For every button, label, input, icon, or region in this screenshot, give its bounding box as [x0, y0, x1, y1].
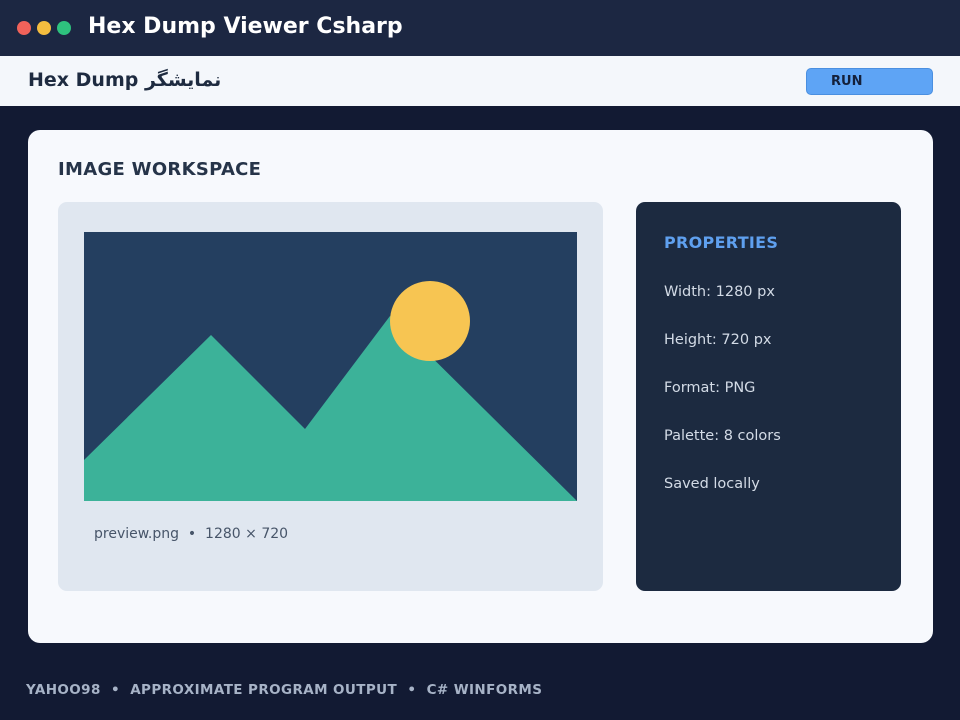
preview-panel: preview.png • 1280 × 720: [58, 202, 603, 591]
minimize-window-icon[interactable]: [37, 21, 51, 35]
property-height: Height: 720 px: [664, 332, 772, 348]
image-workspace-card: IMAGE WORKSPACE preview.png • 1280 × 720…: [28, 130, 933, 643]
property-width: Width: 1280 px: [664, 284, 775, 300]
run-button[interactable]: RUN: [806, 68, 933, 95]
workspace-heading: IMAGE WORKSPACE: [58, 159, 262, 180]
property-saved-status: Saved locally: [664, 476, 760, 492]
landscape-image-icon: [84, 232, 577, 501]
property-format: Format: PNG: [664, 380, 756, 396]
properties-panel: PROPERTIES Width: 1280 px Height: 720 px…: [636, 202, 901, 591]
properties-heading: PROPERTIES: [664, 233, 779, 252]
footer-status: YAHOO98 • APPROXIMATE PROGRAM OUTPUT • C…: [26, 682, 543, 698]
property-palette: Palette: 8 colors: [664, 428, 781, 444]
image-sun: [390, 281, 470, 361]
toolbar: Hex Dump نمایشگر RUN: [0, 56, 960, 106]
close-window-icon[interactable]: [17, 21, 31, 35]
window-title: Hex Dump Viewer Csharp: [88, 14, 403, 39]
maximize-window-icon[interactable]: [57, 21, 71, 35]
toolbar-title: Hex Dump نمایشگر: [28, 69, 222, 91]
title-bar: Hex Dump Viewer Csharp: [0, 0, 960, 56]
preview-caption: preview.png • 1280 × 720: [94, 526, 289, 542]
